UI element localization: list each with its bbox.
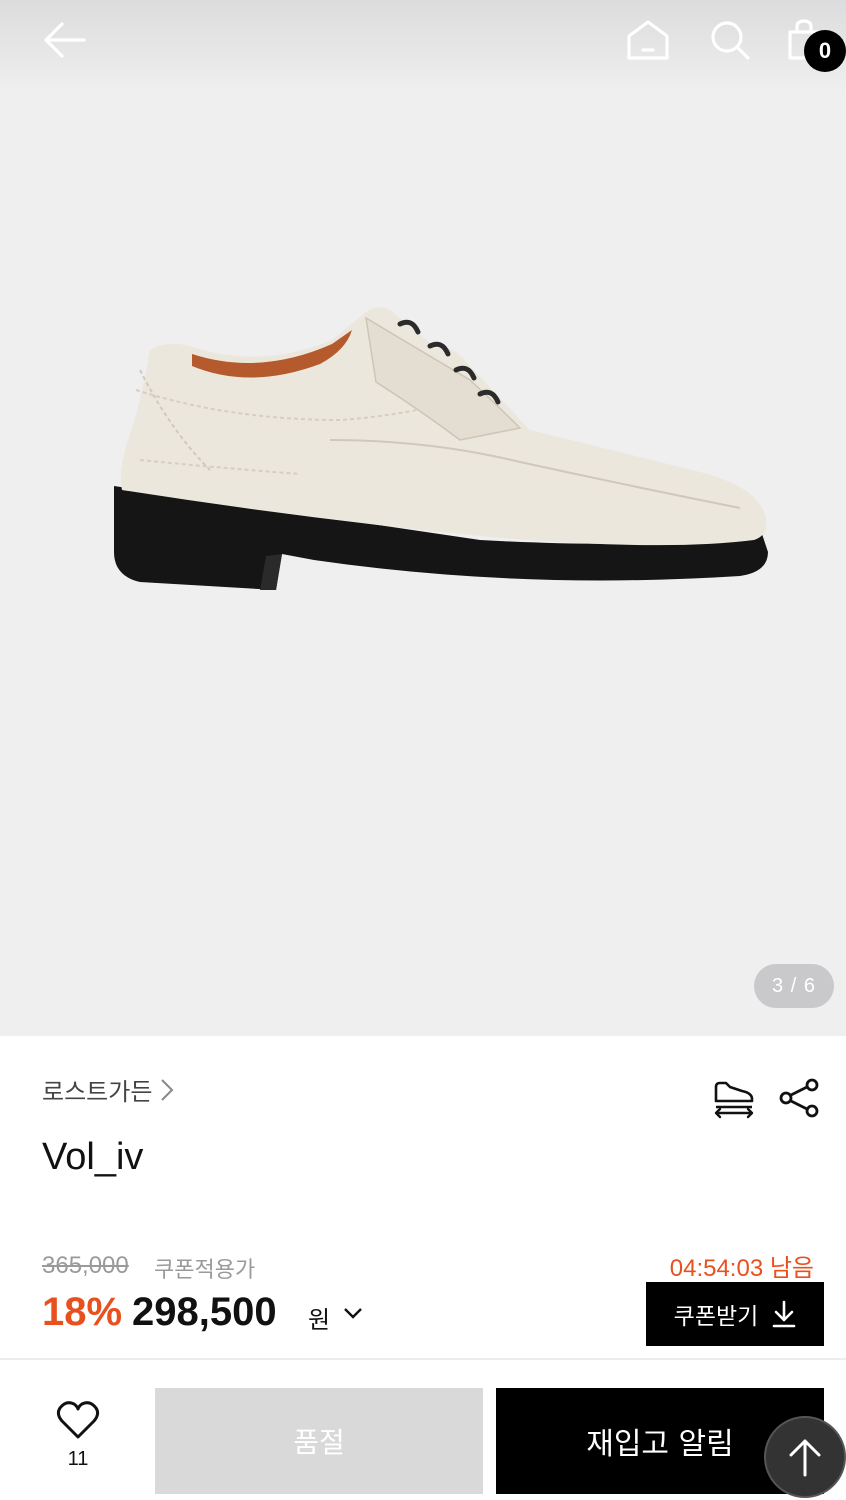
top-navigation-bar: 0: [0, 0, 846, 80]
original-price: 365,000: [42, 1252, 129, 1279]
product-title: Vol_iv: [42, 1136, 144, 1178]
coupon-button-label: 쿠폰받기: [673, 1304, 759, 1330]
arrow-left-icon: [44, 22, 86, 58]
home-button[interactable]: [620, 12, 676, 68]
price-details-toggle[interactable]: [340, 1300, 366, 1326]
search-icon: [711, 21, 750, 60]
chevron-right-icon: [160, 1078, 174, 1102]
size-guide-button[interactable]: [708, 1074, 760, 1122]
coupon-timer: 04:54:03 남음: [669, 1255, 814, 1282]
like-button[interactable]: 11: [42, 1400, 114, 1486]
coupon-price-label: 쿠폰적용가: [154, 1258, 256, 1283]
cart-count-badge: 0: [804, 30, 846, 72]
download-coupon-button[interactable]: 쿠폰받기: [646, 1282, 824, 1346]
chevron-down-icon: [344, 1308, 362, 1319]
arrow-up-icon: [789, 1439, 821, 1477]
product-image-gallery[interactable]: 3 / 6: [0, 0, 846, 1036]
section-divider: [0, 1358, 846, 1360]
download-icon: [773, 1300, 796, 1328]
brand-name: 로스트가든: [42, 1078, 153, 1106]
home-icon: [627, 20, 669, 60]
like-count: 11: [67, 1448, 89, 1470]
back-button[interactable]: [36, 12, 92, 68]
shoe-image: [114, 307, 768, 590]
currency-unit: 원: [308, 1306, 331, 1334]
heart-icon: [56, 1401, 100, 1439]
soldout-button[interactable]: 품절: [155, 1388, 483, 1494]
shoe-size-icon: [714, 1081, 754, 1119]
image-page-indicator: 3 / 6: [754, 964, 834, 1008]
share-button[interactable]: [774, 1074, 824, 1122]
share-icon: [779, 1078, 819, 1118]
sale-price: 298,500: [132, 1290, 277, 1334]
scroll-to-top-button[interactable]: [764, 1416, 846, 1498]
discount-rate: 18%: [42, 1290, 123, 1334]
search-button[interactable]: [702, 12, 758, 68]
brand-link[interactable]: 로스트가든: [42, 1072, 174, 1107]
